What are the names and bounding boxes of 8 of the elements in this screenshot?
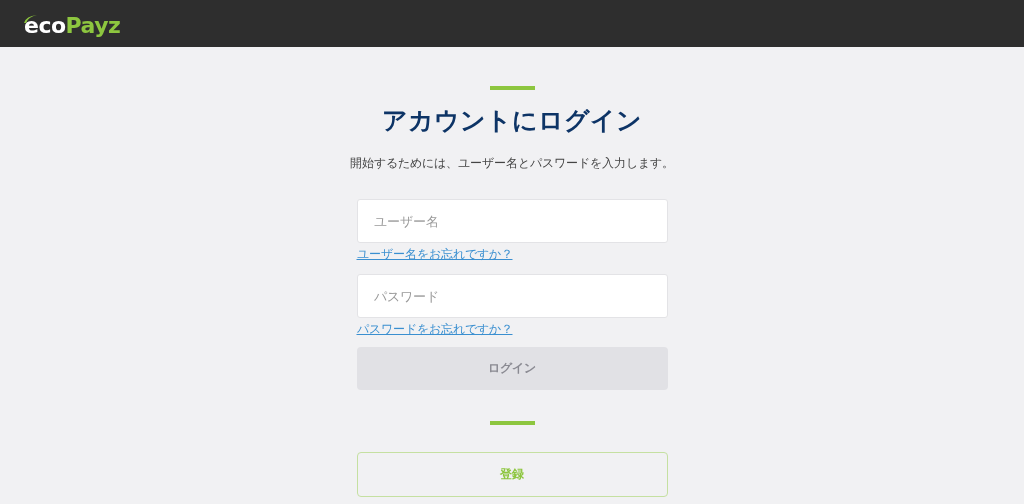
- instructions: 開始するためには、ユーザー名とパスワードを入力します。: [350, 155, 674, 172]
- logo: ecoPayz: [24, 12, 121, 38]
- input-field[interactable]: パスワード: [356, 274, 668, 318]
- page-title: アカウントにログイン: [382, 105, 642, 137]
- forgot-link[interactable]: パスワードをお忘れですか？: [356, 322, 513, 337]
- input-field[interactable]: ユーザー名: [356, 199, 668, 243]
- register-button[interactable]: 登録: [356, 452, 668, 497]
- forgot-link[interactable]: ユーザー名をお忘れですか？: [356, 247, 513, 262]
